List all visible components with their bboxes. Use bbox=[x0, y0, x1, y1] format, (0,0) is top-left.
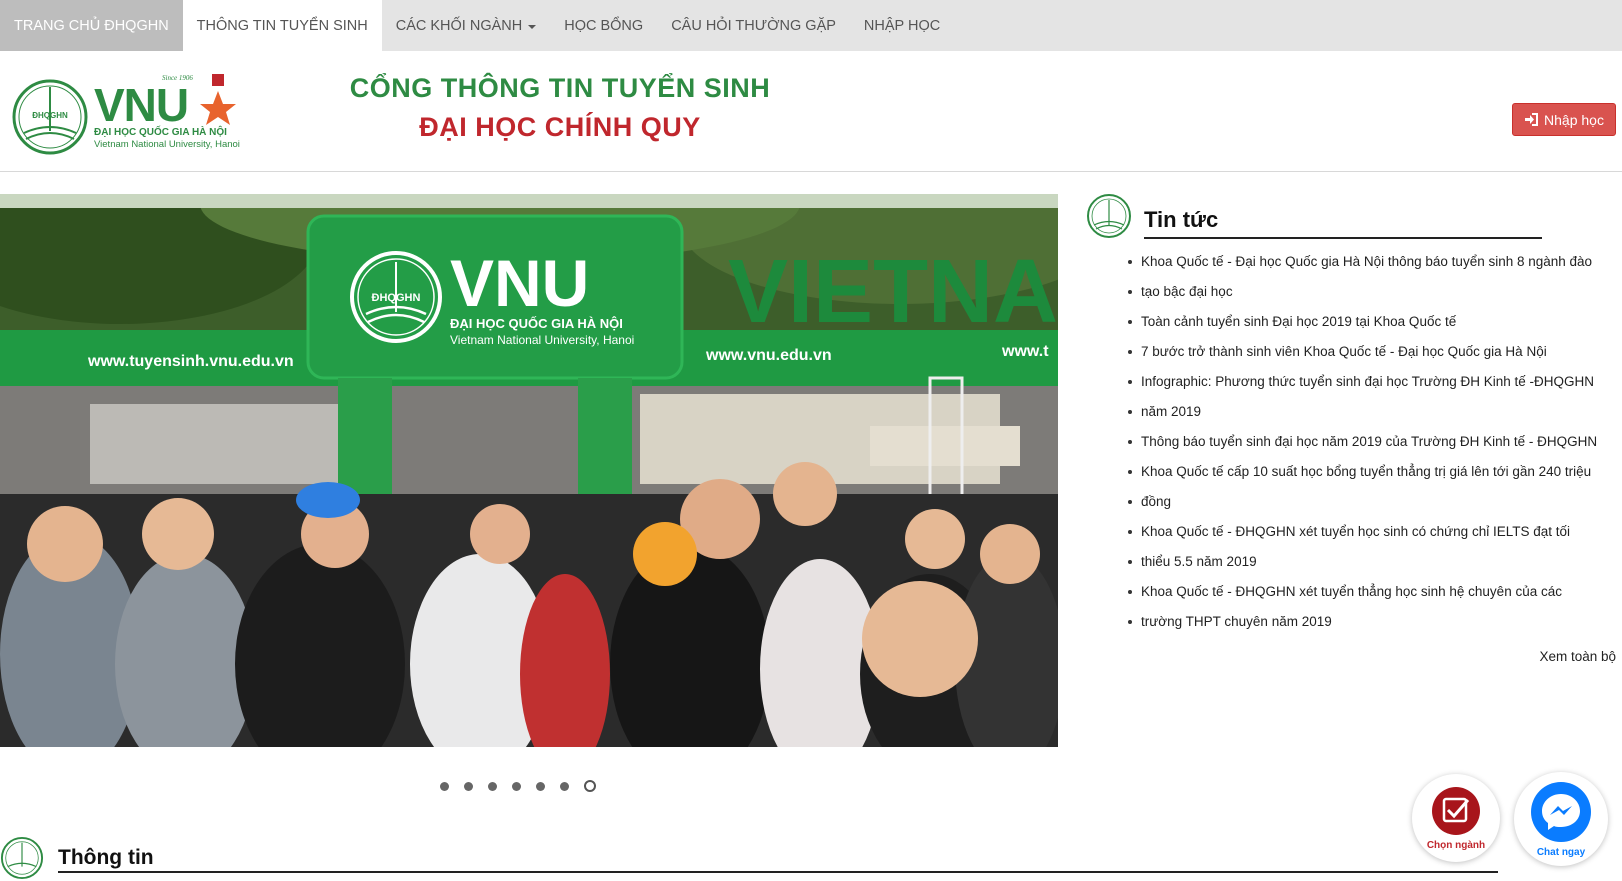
hero-carousel[interactable]: ĐHQGHN VNU ĐẠI HỌC QUỐC GIA HÀ NỘI Vietn… bbox=[0, 194, 1058, 747]
news-title-underline: Tin tức bbox=[1144, 207, 1542, 239]
info-title-underline: Thông tin bbox=[58, 846, 1498, 873]
news-panel: Tin tức Khoa Quốc tế - Đại học Quốc gia … bbox=[1086, 193, 1616, 664]
nav-enroll[interactable]: NHẬP HỌC bbox=[850, 0, 954, 51]
news-item[interactable]: Toàn cảnh tuyển sinh Đại học 2019 tại Kh… bbox=[1128, 307, 1608, 337]
see-all-news-link[interactable]: Xem toàn bộ bbox=[1539, 649, 1616, 664]
carousel-indicators bbox=[440, 780, 596, 792]
checkbox-check-icon bbox=[1432, 786, 1480, 835]
news-item-continued[interactable]: tạo bậc đại học bbox=[1128, 277, 1608, 307]
enroll-login-label: Nhập học bbox=[1544, 111, 1604, 128]
carousel-dot-7[interactable] bbox=[584, 780, 596, 792]
nav-fields-dropdown[interactable]: CÁC KHỐI NGÀNH bbox=[382, 0, 551, 51]
news-item-continued[interactable]: thiểu 5.5 năm 2019 bbox=[1128, 547, 1608, 577]
news-item[interactable]: Khoa Quốc tế cấp 10 suất học bổng tuyển … bbox=[1128, 457, 1608, 487]
choose-major-button[interactable]: Chọn ngành bbox=[1412, 774, 1500, 862]
carousel-dot-4[interactable] bbox=[512, 781, 521, 791]
vnu-seal-icon bbox=[1087, 194, 1131, 238]
carousel-dot-5[interactable] bbox=[536, 781, 545, 791]
sign-in-icon bbox=[1525, 113, 1539, 126]
news-item[interactable]: Khoa Quốc tế - ĐHQGHN xét tuyển thẳng họ… bbox=[1128, 577, 1608, 607]
messenger-icon bbox=[1531, 781, 1591, 842]
news-item-continued[interactable]: đồng bbox=[1128, 487, 1608, 517]
sign-name-vi: ĐẠI HỌC QUỐC GIA HÀ NỘI bbox=[450, 316, 623, 331]
vnu-logo[interactable]: ĐHQGHN Since 1906 VNU ĐẠI HỌC QUỐC GIA H… bbox=[12, 71, 262, 163]
vnu-seal-icon bbox=[0, 836, 44, 880]
nav-faq[interactable]: CÂU HỎI THƯỜNG GẶP bbox=[657, 0, 850, 51]
news-header: Tin tức bbox=[1086, 193, 1608, 239]
news-item[interactable]: Khoa Quốc tế - Đại học Quốc gia Hà Nội t… bbox=[1128, 247, 1608, 277]
sign-url-left: www.tuyensinh.vnu.edu.vn bbox=[87, 353, 294, 370]
sign-name-en: Vietnam National University, Hanoi bbox=[450, 333, 634, 347]
carousel-dot-3[interactable] bbox=[488, 781, 497, 791]
sign-seal-text: ĐHQGHN bbox=[372, 292, 421, 304]
carousel-slide-image: ĐHQGHN VNU ĐẠI HỌC QUỐC GIA HÀ NỘI Vietn… bbox=[0, 194, 1058, 747]
nav-admission-info[interactable]: THÔNG TIN TUYỂN SINH bbox=[182, 0, 382, 51]
chat-label: Chat ngay bbox=[1536, 846, 1586, 858]
logo-seal-text: ĐHQGHN bbox=[32, 111, 68, 120]
portal-title: CỔNG THÔNG TIN TUYỂN SINH ĐẠI HỌC CHÍNH … bbox=[330, 73, 790, 143]
enroll-login-button[interactable]: Nhập học bbox=[1512, 103, 1616, 136]
carousel-dot-1[interactable] bbox=[440, 781, 449, 791]
news-item[interactable]: Infographic: Phương thức tuyển sinh đại … bbox=[1128, 367, 1608, 397]
sign-brand: VNU bbox=[450, 246, 589, 320]
news-title: Tin tức bbox=[1144, 207, 1219, 232]
portal-title-line1: CỔNG THÔNG TIN TUYỂN SINH bbox=[349, 73, 771, 103]
nav-fields-label: CÁC KHỐI NGÀNH bbox=[395, 17, 523, 34]
news-item[interactable]: Khoa Quốc tế - ĐHQGHN xét tuyển học sinh… bbox=[1128, 517, 1608, 547]
choose-major-label: Chọn ngành bbox=[1426, 839, 1486, 851]
messenger-chat-button[interactable]: Chat ngay bbox=[1514, 772, 1608, 866]
news-item-continued[interactable]: năm 2019 bbox=[1128, 397, 1608, 427]
sign-backdrop-word: VIETNAM bbox=[728, 242, 1058, 342]
carousel-dot-6[interactable] bbox=[560, 781, 569, 791]
news-item[interactable]: 7 bước trở thành sinh viên Khoa Quốc tế … bbox=[1128, 337, 1608, 367]
info-section: Thông tin bbox=[0, 836, 1510, 881]
portal-title-line2: ĐẠI HỌC CHÍNH QUY bbox=[419, 112, 701, 142]
news-item-continued[interactable]: trường THPT chuyên năm 2019 bbox=[1128, 607, 1608, 637]
info-section-title: Thông tin bbox=[58, 846, 154, 869]
logo-brand: VNU bbox=[94, 79, 188, 131]
caret-down-icon bbox=[528, 24, 537, 29]
carousel-dot-2[interactable] bbox=[464, 781, 473, 791]
logo-name-en: Vietnam National University, Hanoi bbox=[94, 139, 240, 150]
news-list: Khoa Quốc tế - Đại học Quốc gia Hà Nội t… bbox=[1086, 247, 1608, 637]
nav-scholarship[interactable]: HỌC BỔNG bbox=[550, 0, 657, 51]
news-item[interactable]: Thông báo tuyển sinh đại học năm 2019 củ… bbox=[1128, 427, 1608, 457]
logo-name-vi: ĐẠI HỌC QUỐC GIA HÀ NỘI bbox=[94, 124, 227, 138]
nav-home[interactable]: TRANG CHỦ ĐHQGHN bbox=[0, 0, 183, 51]
sign-url-right: www.t bbox=[1001, 343, 1049, 360]
top-navigation: TRANG CHỦ ĐHQGHN THÔNG TIN TUYỂN SINH CÁ… bbox=[0, 0, 1622, 51]
site-header: ĐHQGHN Since 1906 VNU ĐẠI HỌC QUỐC GIA H… bbox=[0, 51, 1622, 172]
sign-url-center: www.vnu.edu.vn bbox=[705, 347, 832, 364]
